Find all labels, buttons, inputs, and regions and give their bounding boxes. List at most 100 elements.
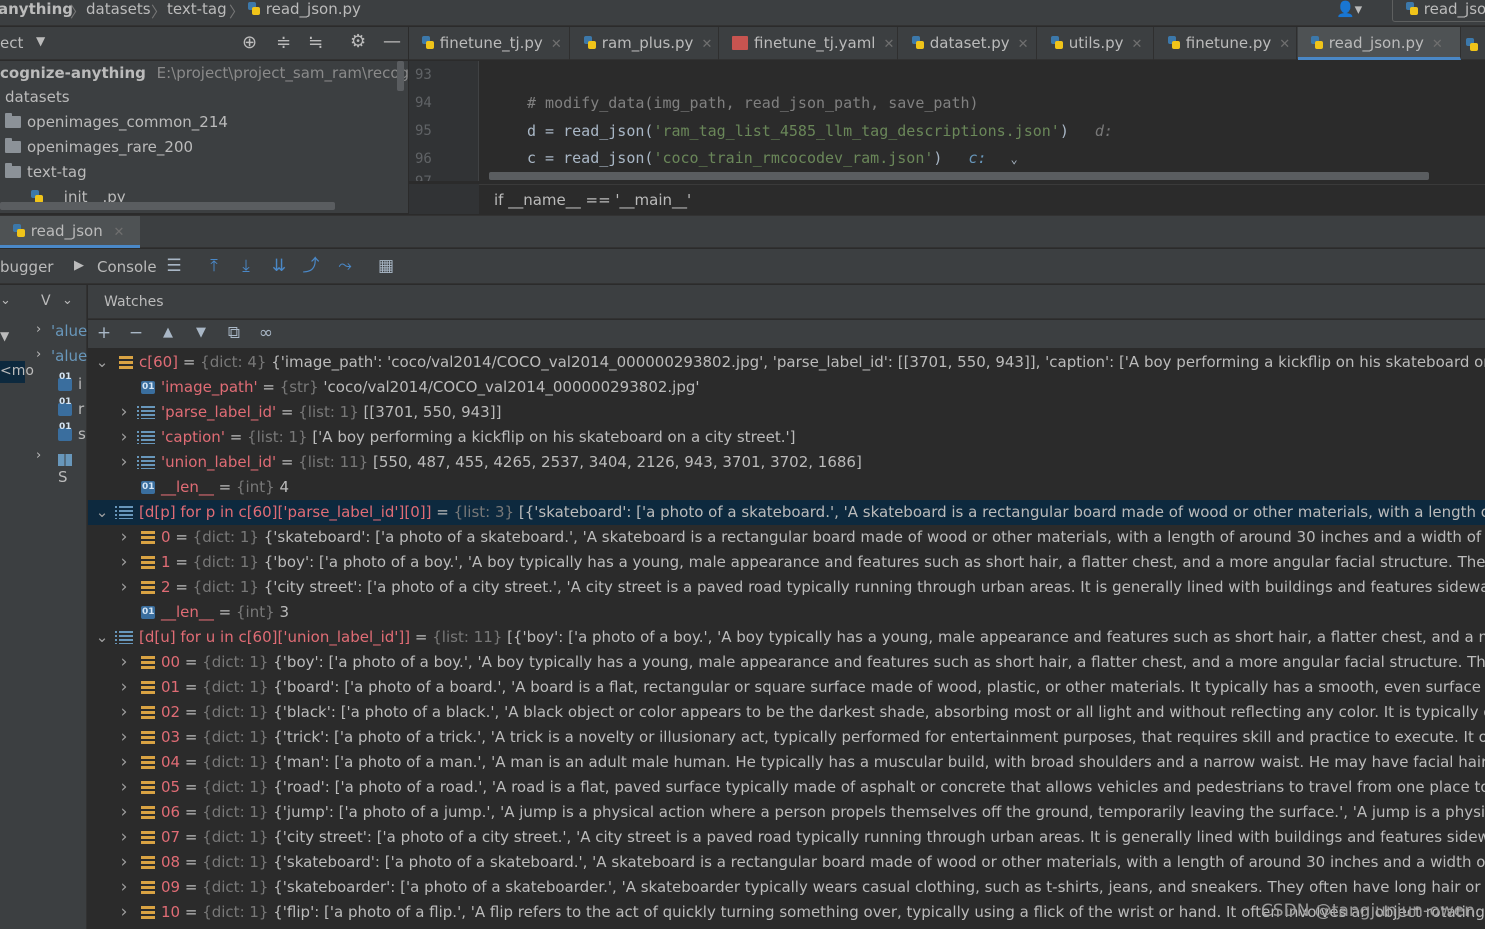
watch-row[interactable]: › 09 = {dict: 1} {'skateboarder': ['a pho…	[88, 875, 1485, 900]
expand-arrow-icon[interactable]: ›	[36, 347, 41, 362]
tab-finetune-py[interactable]: finetune.py ✕	[1155, 27, 1297, 60]
locate-target-icon[interactable]: ⊕	[242, 32, 257, 53]
watch-row[interactable]: __len__ = {int} 4	[88, 475, 1485, 500]
expand-arrow-icon[interactable]: ›	[117, 800, 131, 825]
expand-arrow-icon[interactable]: ›	[117, 775, 131, 800]
close-icon[interactable]: ✕	[114, 225, 125, 240]
tab-dataset-py[interactable]: dataset.py ✕	[899, 27, 1037, 60]
watch-row[interactable]: › 06 = {dict: 1} {'jump': ['a photo of a …	[88, 800, 1485, 825]
breadcrumb-text-tag[interactable]: text-tag	[167, 0, 227, 26]
watch-row[interactable]: › 01 = {dict: 1} {'board': ['a photo of a…	[88, 675, 1485, 700]
gear-icon[interactable]: ⚙	[350, 31, 366, 52]
expand-arrow-icon[interactable]: ›	[36, 322, 41, 337]
code-editor[interactable]: # modify_data(img_path, read_json_path, …	[480, 61, 1485, 181]
expand-arrow-icon[interactable]: ›	[36, 448, 41, 463]
variable-item[interactable]: i	[58, 372, 82, 393]
watch-row[interactable]: __len__ = {int} 3	[88, 600, 1485, 625]
expand-arrow-icon[interactable]: ›	[117, 875, 131, 900]
breadcrumb-file[interactable]: read_json.py	[247, 0, 361, 26]
watch-row[interactable]: › 02 = {dict: 1} {'black': ['a photo of a…	[88, 700, 1485, 725]
breadcrumb-datasets[interactable]: datasets	[86, 0, 151, 26]
expand-arrow-icon[interactable]: ›	[117, 525, 131, 550]
menu-icon[interactable]: ☰	[164, 256, 184, 276]
collapse-arrow-icon[interactable]: ⌄	[95, 625, 109, 650]
tree-vertical-scrollbar[interactable]	[397, 61, 404, 91]
run-configuration-selector[interactable]: read_jso	[1392, 0, 1485, 22]
tab-debugger[interactable]: bugger	[0, 258, 53, 276]
close-icon[interactable]: ✕	[1432, 37, 1443, 52]
run-to-cursor-icon[interactable]: ⤳	[335, 256, 355, 276]
watch-row[interactable]: › 05 = {dict: 1} {'road': ['a photo of a …	[88, 775, 1485, 800]
project-view-label[interactable]: ect	[0, 34, 23, 52]
watch-row[interactable]: ›'parse_label_id' = {list: 1} [[3701, 55…	[88, 400, 1485, 425]
debug-run-tab[interactable]: read_json ✕	[0, 216, 140, 248]
variable-item[interactable]: S	[58, 450, 86, 486]
expand-arrow-icon[interactable]: ›	[117, 400, 131, 425]
watch-row[interactable]: ⌄ [d[p] for p in c[60]['parse_label_id'][…	[88, 500, 1485, 525]
expand-arrow-icon[interactable]: ›	[117, 900, 131, 925]
tab-console[interactable]: Console	[97, 258, 157, 276]
chevron-down-icon[interactable]: ⌄	[1011, 152, 1018, 166]
tree-item-openimages-rare[interactable]: openimages_rare_200	[5, 135, 193, 160]
expand-arrow-icon[interactable]: ›	[117, 725, 131, 750]
step-out-icon[interactable]: ⤴	[301, 256, 321, 276]
expand-arrow-icon[interactable]: ›	[117, 575, 131, 600]
step-over-icon[interactable]: ⤓	[236, 256, 256, 276]
tab-finetune-tj-yaml[interactable]: finetune_tj.yaml ✕	[720, 27, 898, 60]
breadcrumb-project[interactable]: anything	[0, 0, 73, 26]
glasses-icon[interactable]: ∞	[256, 323, 276, 343]
expand-arrow-icon[interactable]: ›	[117, 850, 131, 875]
close-icon[interactable]: ✕	[1018, 37, 1029, 52]
tree-root[interactable]: cognize-anything E:\project\project_sam_…	[0, 61, 431, 86]
chevron-down-icon[interactable]: ⌄	[0, 293, 11, 308]
variable-value[interactable]: 'alue	[51, 322, 87, 340]
copy-icon[interactable]: ⧉	[224, 323, 244, 343]
watch-row[interactable]: › 03 = {dict: 1} {'trick': ['a photo of a…	[88, 725, 1485, 750]
collapse-arrow-icon[interactable]: ⌄	[95, 500, 109, 525]
variable-item[interactable]: s	[58, 422, 86, 443]
variable-value[interactable]: 'alue	[51, 347, 87, 365]
tab-utils-py[interactable]: utils.py ✕	[1038, 27, 1154, 60]
expand-arrow-icon[interactable]: ›	[117, 825, 131, 850]
step-into-icon[interactable]: ⇊	[269, 256, 289, 276]
collapse-arrow-icon[interactable]: ⌄	[95, 350, 109, 375]
expand-arrow-icon[interactable]: ›	[117, 700, 131, 725]
watch-row[interactable]: › 04 = {dict: 1} {'man': ['a photo of a m…	[88, 750, 1485, 775]
close-icon[interactable]: ✕	[1132, 37, 1143, 52]
minimize-icon[interactable]: —	[383, 31, 401, 52]
expand-arrow-icon[interactable]: ›	[117, 450, 131, 475]
watch-row[interactable]: ⌄ c[60] = {dict: 4} {'image_path': 'coco/…	[88, 350, 1485, 375]
watch-row[interactable]: ›'caption' = {list: 1} ['A boy performin…	[88, 425, 1485, 450]
expand-all-icon[interactable]: ≑	[276, 32, 291, 53]
user-icon[interactable]: 👤▾	[1336, 0, 1362, 18]
expand-arrow-icon[interactable]: ›	[117, 425, 131, 450]
expand-arrow-icon[interactable]: ›	[117, 750, 131, 775]
close-icon[interactable]: ✕	[551, 37, 562, 52]
remove-watch-icon[interactable]: −	[126, 323, 146, 343]
watch-row[interactable]: › 1 = {dict: 1} {'boy': ['a photo of a bo…	[88, 550, 1485, 575]
code-breadcrumb[interactable]: if __name__ == '__main__'	[494, 191, 691, 209]
tree-item-datasets[interactable]: datasets	[5, 85, 70, 110]
watch-row[interactable]: › 00 = {dict: 1} {'boy': ['a photo of a b…	[88, 650, 1485, 675]
tab-ram-plus-py[interactable]: ram_plus.py ✕	[571, 27, 719, 60]
expand-arrow-icon[interactable]: ›	[117, 675, 131, 700]
watch-row[interactable]: › 2 = {dict: 1} {'city street': ['a photo…	[88, 575, 1485, 600]
tab-read-json-py[interactable]: read_json.py ✕	[1298, 27, 1461, 60]
evaluate-expression-icon[interactable]: ▦	[376, 256, 396, 276]
tab-finetune-tj-py[interactable]: finetune_tj.py ✕	[409, 27, 570, 60]
watch-row[interactable]: › 0 = {dict: 1} {'skateboard': ['a photo …	[88, 525, 1485, 550]
watch-row[interactable]: › 07 = {dict: 1} {'city street': ['a phot…	[88, 825, 1485, 850]
tree-item-text-tag[interactable]: text-tag	[5, 160, 87, 185]
close-icon[interactable]: ✕	[1279, 37, 1290, 52]
expand-arrow-icon[interactable]: ›	[117, 550, 131, 575]
tree-horizontal-scrollbar[interactable]	[0, 202, 335, 210]
close-icon[interactable]: ✕	[883, 37, 894, 52]
watch-row[interactable]: 'image_path' = {str} 'coco/val2014/COCO_…	[88, 375, 1485, 400]
expand-arrow-icon[interactable]: ›	[117, 650, 131, 675]
move-down-icon[interactable]: ▼	[191, 323, 211, 343]
more-tabs-icon[interactable]	[1465, 36, 1479, 54]
add-watch-icon[interactable]: +	[94, 323, 114, 343]
watch-row[interactable]: ⌄ [d[u] for u in c[60]['union_label_id']]…	[88, 625, 1485, 650]
close-icon[interactable]: ✕	[701, 37, 712, 52]
collapse-all-icon[interactable]: ≒	[308, 32, 323, 53]
